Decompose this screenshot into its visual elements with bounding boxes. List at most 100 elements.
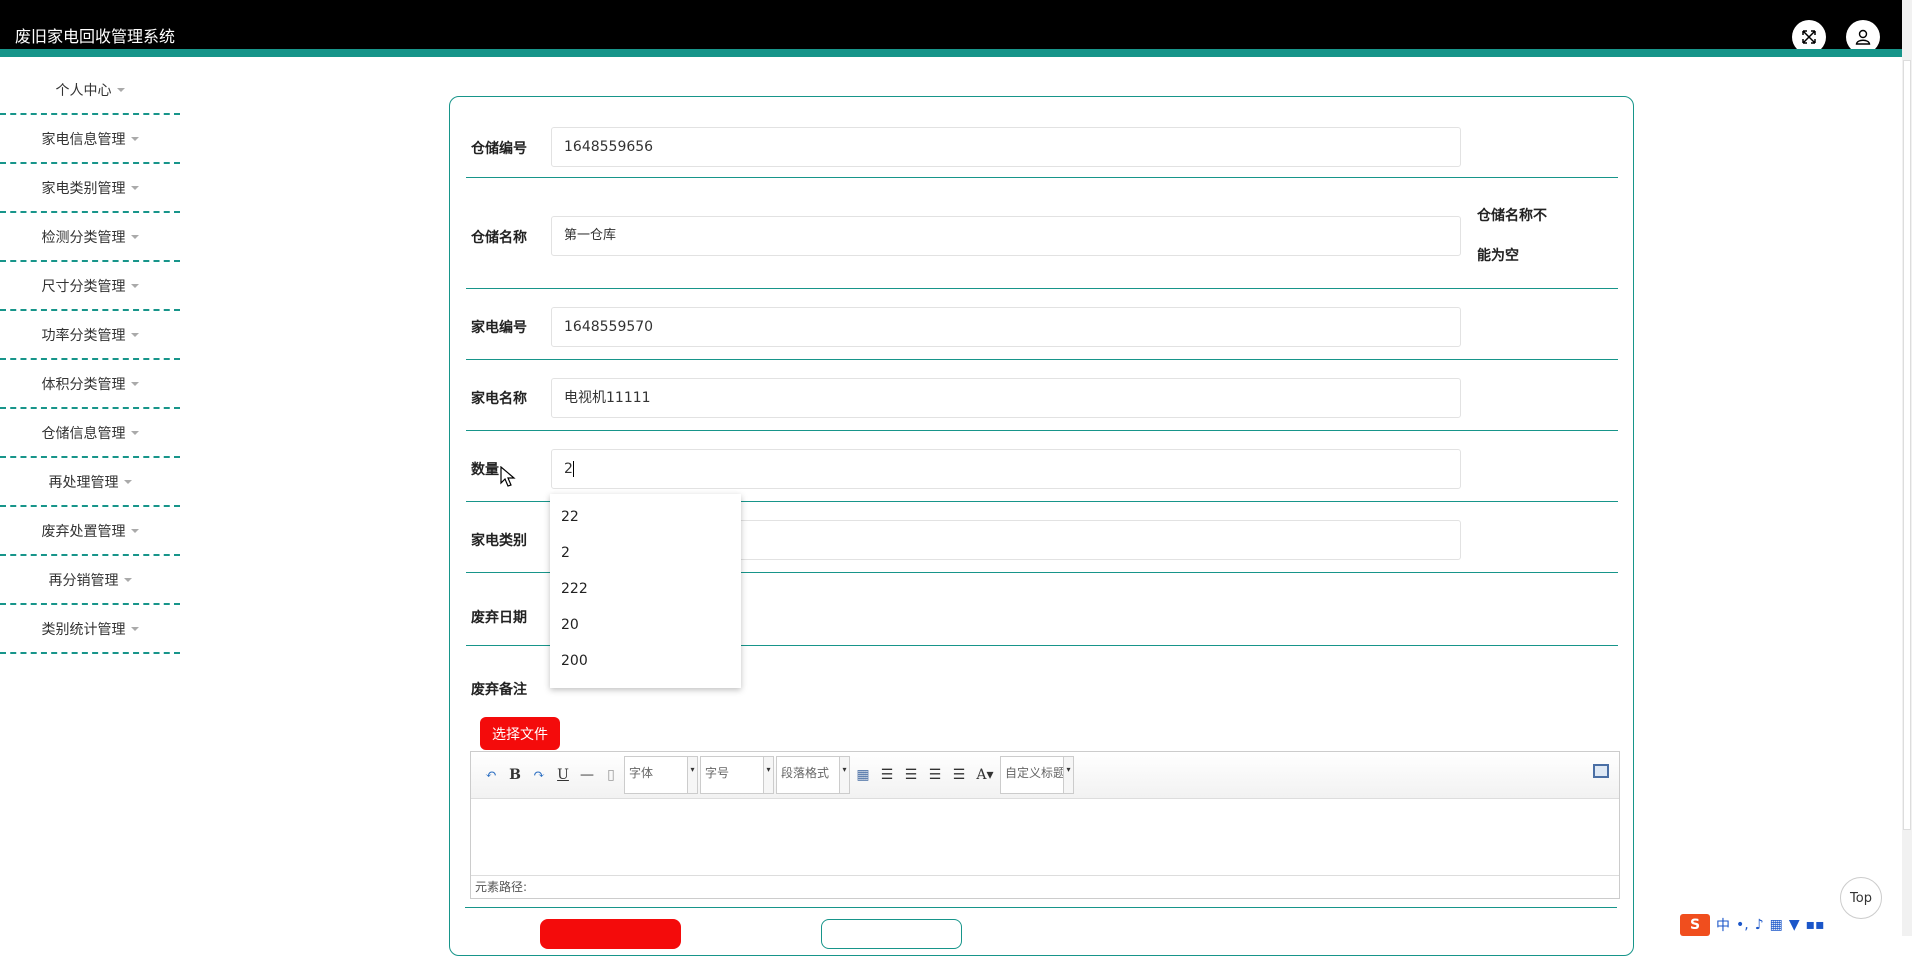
sidebar-item-label: 功率分类管理 — [41, 327, 126, 344]
autocomplete-option[interactable]: 22 — [550, 499, 741, 535]
autocomplete-option[interactable]: 222 — [550, 571, 741, 607]
form-row-appliance-no: 家电编号 1648559570 — [466, 289, 1618, 360]
sidebar-item-warehouse-info[interactable]: 仓储信息管理 — [0, 409, 180, 458]
align-right-icon[interactable]: ☰ — [899, 763, 923, 787]
form-row-appliance-name: 家电名称 电视机11111 — [466, 360, 1618, 431]
font-size-select[interactable]: 字号 ▾ — [700, 756, 774, 794]
sidebar-item-label: 仓储信息管理 — [41, 425, 126, 442]
caret-down-icon — [130, 185, 139, 190]
paragraph-format-select[interactable]: 段落格式 ▾ — [776, 756, 850, 794]
fullscreen-editor-icon[interactable] — [1593, 764, 1609, 778]
vertical-scrollbar[interactable] — [1902, 0, 1912, 936]
align-left-icon[interactable]: ☰ — [875, 763, 899, 787]
microphone-icon[interactable]: ♪ — [1755, 917, 1764, 933]
quantity-input[interactable]: 2 — [551, 449, 1461, 489]
font-family-select[interactable]: 字体 ▾ — [624, 756, 698, 794]
appliance-no-label: 家电编号 — [471, 320, 527, 336]
sidebar-item-label: 体积分类管理 — [41, 376, 126, 393]
sidebar-item-volume-class[interactable]: 体积分类管理 — [0, 360, 180, 409]
caret-down-icon — [130, 381, 139, 386]
sidebar-item-label: 再处理管理 — [48, 474, 119, 491]
discard-date-label: 废弃日期 — [471, 610, 527, 626]
appliance-no-input[interactable]: 1648559570 — [551, 307, 1461, 347]
caret-down-icon — [130, 626, 139, 631]
sogou-logo-icon: S — [1680, 914, 1710, 936]
keyboard-icon[interactable]: ▦ — [1770, 917, 1783, 933]
redo-icon[interactable]: ↷ — [527, 763, 551, 787]
horizontal-rule-icon[interactable]: — — [575, 763, 599, 787]
autocomplete-option[interactable]: 20 — [550, 607, 741, 643]
autocomplete-dropdown: 22 2 222 20 200 — [550, 494, 741, 688]
align-justify-icon[interactable]: ☰ — [947, 763, 971, 787]
undo-icon[interactable]: ↶ — [479, 763, 503, 787]
form-row-warehouse-name: 仓储名称 第一仓库 仓储名称不 能为空 — [466, 178, 1618, 289]
scrollbar-thumb[interactable] — [1903, 60, 1911, 830]
dropdown-arrow-icon: ▾ — [839, 757, 849, 793]
warehouse-name-label: 仓储名称 — [471, 230, 527, 246]
sidebar-item-label: 检测分类管理 — [41, 229, 126, 246]
top-bar: 废旧家电回收管理系统 — [0, 0, 1902, 57]
sidebar-item-personal-center[interactable]: 个人中心 — [0, 66, 180, 115]
mouse-pointer-icon — [500, 466, 516, 487]
sidebar-item-appliance-info[interactable]: 家电信息管理 — [0, 115, 180, 164]
ime-mode[interactable]: 中 — [1716, 915, 1730, 935]
caret-down-icon — [123, 577, 132, 582]
caret-down-icon — [130, 430, 139, 435]
sidebar-item-label: 家电信息管理 — [41, 131, 126, 148]
bold-icon[interactable]: B — [503, 763, 527, 787]
font-color-icon[interactable]: A▾ — [971, 763, 999, 787]
font-size-label: 字号 — [705, 766, 730, 780]
editor-element-path: 元素路径: — [471, 875, 1619, 898]
custom-title-select[interactable]: 自定义标题 ▾ — [1000, 756, 1074, 794]
sidebar-item-redistribution[interactable]: 再分销管理 — [0, 556, 180, 605]
bottom-divider — [465, 907, 1617, 908]
caret-down-icon — [123, 479, 132, 484]
form-row-quantity: 数量 2 — [466, 431, 1618, 502]
grid-menu-icon[interactable]: ▪▪ — [1806, 917, 1825, 933]
paragraph-format-label: 段落格式 — [781, 766, 830, 780]
expand-icon — [1802, 30, 1816, 44]
autocomplete-option[interactable]: 2 — [550, 535, 741, 571]
sidebar-item-power-class[interactable]: 功率分类管理 — [0, 311, 180, 360]
top-accent-stripe — [0, 49, 1902, 57]
sidebar-item-disposal[interactable]: 废弃处置管理 — [0, 507, 180, 556]
back-to-top-button[interactable]: Top — [1840, 877, 1882, 919]
user-icon — [1855, 29, 1871, 45]
rich-text-editor: ↶ B ↷ U — ▯ 字体 ▾ 字号 ▾ 段落格式 ▾ ▦ ☰ ☰ ☰ ☰ A▾ 自… — [470, 751, 1620, 899]
editor-content-area[interactable] — [471, 799, 1619, 875]
sidebar-item-label: 个人中心 — [55, 82, 112, 99]
table-icon[interactable]: ▦ — [851, 763, 875, 787]
sidebar-item-category-stats[interactable]: 类别统计管理 — [0, 605, 180, 654]
sidebar-item-size-class[interactable]: 尺寸分类管理 — [0, 262, 180, 311]
appliance-name-input[interactable]: 电视机11111 — [551, 378, 1461, 418]
warehouse-name-error-cont: 能为空 — [1477, 248, 1519, 264]
sidebar-item-label: 尺寸分类管理 — [41, 278, 126, 295]
skin-icon[interactable]: ▼ — [1789, 917, 1800, 933]
warehouse-name-error: 仓储名称不 — [1477, 208, 1547, 224]
punctuation-icon[interactable]: •, — [1736, 917, 1749, 933]
sidebar-item-appliance-category[interactable]: 家电类别管理 — [0, 164, 180, 213]
autocomplete-option[interactable]: 200 — [550, 643, 741, 679]
cancel-button[interactable] — [821, 919, 962, 949]
sidebar-item-reprocess[interactable]: 再处理管理 — [0, 458, 180, 507]
align-center-icon[interactable]: ☰ — [923, 763, 947, 787]
caret-down-icon — [130, 332, 139, 337]
sidebar-item-detection-class[interactable]: 检测分类管理 — [0, 213, 180, 262]
choose-file-button[interactable]: 选择文件 — [480, 717, 560, 750]
form-row-warehouse-no: 仓储编号 1648559656 — [466, 97, 1618, 178]
underline-icon[interactable]: U — [551, 763, 575, 787]
submit-button[interactable] — [540, 919, 681, 949]
app-title: 废旧家电回收管理系统 — [15, 27, 176, 46]
custom-title-label: 自定义标题 — [1005, 766, 1066, 780]
sidebar-item-label: 类别统计管理 — [41, 621, 126, 638]
quantity-value: 2 — [564, 461, 573, 477]
warehouse-no-input[interactable]: 1648559656 — [551, 127, 1461, 167]
caret-down-icon — [130, 528, 139, 533]
warehouse-name-input[interactable]: 第一仓库 — [551, 216, 1461, 256]
sidebar-item-label: 废弃处置管理 — [41, 523, 126, 540]
sidebar-item-label: 再分销管理 — [48, 572, 119, 589]
sidebar-item-label: 家电类别管理 — [41, 180, 126, 197]
warehouse-no-label: 仓储编号 — [471, 141, 527, 157]
dropdown-arrow-icon: ▾ — [687, 757, 697, 793]
paste-plain-icon[interactable]: ▯ — [599, 763, 623, 787]
